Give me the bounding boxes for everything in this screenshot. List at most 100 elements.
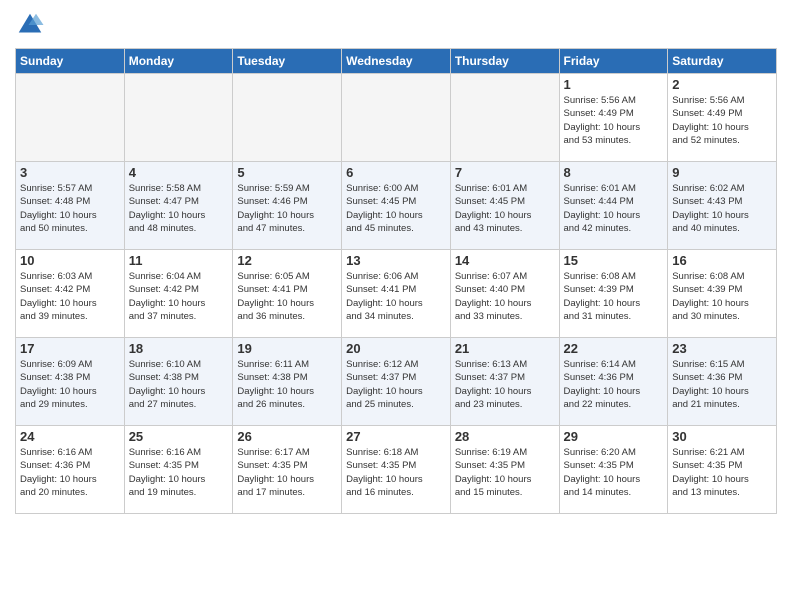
day-info: Sunrise: 6:01 AM Sunset: 4:44 PM Dayligh… xyxy=(564,182,664,235)
day-of-week-header: Tuesday xyxy=(233,49,342,74)
calendar-cell: 23 Sunrise: 6:15 AM Sunset: 4:36 PM Dayli… xyxy=(668,338,777,426)
day-info: Sunrise: 6:00 AM Sunset: 4:45 PM Dayligh… xyxy=(346,182,446,235)
calendar-cell: 15 Sunrise: 6:08 AM Sunset: 4:39 PM Dayli… xyxy=(559,250,668,338)
day-of-week-header: Wednesday xyxy=(342,49,451,74)
day-of-week-header: Sunday xyxy=(16,49,125,74)
calendar-table: SundayMondayTuesdayWednesdayThursdayFrid… xyxy=(15,48,777,514)
calendar-cell: 18 Sunrise: 6:10 AM Sunset: 4:38 PM Dayli… xyxy=(124,338,233,426)
day-number: 25 xyxy=(129,429,229,444)
calendar-cell xyxy=(16,74,125,162)
day-number: 29 xyxy=(564,429,664,444)
calendar-cell: 17 Sunrise: 6:09 AM Sunset: 4:38 PM Dayli… xyxy=(16,338,125,426)
day-info: Sunrise: 6:20 AM Sunset: 4:35 PM Dayligh… xyxy=(564,446,664,499)
calendar-cell: 25Sunrise: 6:16 AM Sunset: 4:35 PM Dayli… xyxy=(124,426,233,514)
calendar-cell: 22Sunrise: 6:14 AM Sunset: 4:36 PM Dayli… xyxy=(559,338,668,426)
day-info: Sunrise: 6:21 AM Sunset: 4:35 PM Dayligh… xyxy=(672,446,772,499)
day-number: 9 xyxy=(672,165,772,180)
day-number: 13 xyxy=(346,253,446,268)
calendar-cell: 4 Sunrise: 5:58 AM Sunset: 4:47 PM Daylig… xyxy=(124,162,233,250)
day-number: 21 xyxy=(455,341,555,356)
calendar-week-row: 1 Sunrise: 5:56 AM Sunset: 4:49 PM Daylig… xyxy=(16,74,777,162)
day-number: 23 xyxy=(672,341,772,356)
calendar-cell xyxy=(124,74,233,162)
calendar-cell: 30 Sunrise: 6:21 AM Sunset: 4:35 PM Dayli… xyxy=(668,426,777,514)
day-info: Sunrise: 6:13 AM Sunset: 4:37 PM Dayligh… xyxy=(455,358,555,411)
day-info: Sunrise: 6:12 AM Sunset: 4:37 PM Dayligh… xyxy=(346,358,446,411)
day-number: 12 xyxy=(237,253,337,268)
calendar-cell xyxy=(233,74,342,162)
calendar-cell: 5 Sunrise: 5:59 AM Sunset: 4:46 PM Daylig… xyxy=(233,162,342,250)
calendar-cell: 9 Sunrise: 6:02 AM Sunset: 4:43 PM Daylig… xyxy=(668,162,777,250)
day-info: Sunrise: 6:01 AM Sunset: 4:45 PM Dayligh… xyxy=(455,182,555,235)
day-info: Sunrise: 5:59 AM Sunset: 4:46 PM Dayligh… xyxy=(237,182,337,235)
day-info: Sunrise: 6:17 AM Sunset: 4:35 PM Dayligh… xyxy=(237,446,337,499)
day-number: 28 xyxy=(455,429,555,444)
calendar-cell: 28 Sunrise: 6:19 AM Sunset: 4:35 PM Dayli… xyxy=(450,426,559,514)
calendar-cell: 6 Sunrise: 6:00 AM Sunset: 4:45 PM Daylig… xyxy=(342,162,451,250)
day-info: Sunrise: 6:19 AM Sunset: 4:35 PM Dayligh… xyxy=(455,446,555,499)
calendar-cell: 11 Sunrise: 6:04 AM Sunset: 4:42 PM Dayli… xyxy=(124,250,233,338)
calendar-cell: 19 Sunrise: 6:11 AM Sunset: 4:38 PM Dayli… xyxy=(233,338,342,426)
day-number: 18 xyxy=(129,341,229,356)
day-number: 8 xyxy=(564,165,664,180)
day-of-week-header: Saturday xyxy=(668,49,777,74)
day-info: Sunrise: 5:57 AM Sunset: 4:48 PM Dayligh… xyxy=(20,182,120,235)
day-number: 1 xyxy=(564,77,664,92)
calendar-cell: 26 Sunrise: 6:17 AM Sunset: 4:35 PM Dayli… xyxy=(233,426,342,514)
day-number: 6 xyxy=(346,165,446,180)
day-info: Sunrise: 6:16 AM Sunset: 4:36 PM Dayligh… xyxy=(20,446,120,499)
calendar-cell: 24Sunrise: 6:16 AM Sunset: 4:36 PM Dayli… xyxy=(16,426,125,514)
day-info: Sunrise: 6:08 AM Sunset: 4:39 PM Dayligh… xyxy=(564,270,664,323)
calendar-cell: 27Sunrise: 6:18 AM Sunset: 4:35 PM Dayli… xyxy=(342,426,451,514)
day-number: 20 xyxy=(346,341,446,356)
page: SundayMondayTuesdayWednesdayThursdayFrid… xyxy=(0,0,792,612)
day-number: 5 xyxy=(237,165,337,180)
day-info: Sunrise: 6:07 AM Sunset: 4:40 PM Dayligh… xyxy=(455,270,555,323)
day-number: 15 xyxy=(564,253,664,268)
day-info: Sunrise: 6:08 AM Sunset: 4:39 PM Dayligh… xyxy=(672,270,772,323)
calendar-cell: 13 Sunrise: 6:06 AM Sunset: 4:41 PM Dayli… xyxy=(342,250,451,338)
calendar-week-row: 24Sunrise: 6:16 AM Sunset: 4:36 PM Dayli… xyxy=(16,426,777,514)
day-info: Sunrise: 5:56 AM Sunset: 4:49 PM Dayligh… xyxy=(564,94,664,147)
calendar-cell: 10Sunrise: 6:03 AM Sunset: 4:42 PM Dayli… xyxy=(16,250,125,338)
day-number: 2 xyxy=(672,77,772,92)
day-number: 30 xyxy=(672,429,772,444)
day-info: Sunrise: 6:10 AM Sunset: 4:38 PM Dayligh… xyxy=(129,358,229,411)
calendar-week-row: 10Sunrise: 6:03 AM Sunset: 4:42 PM Dayli… xyxy=(16,250,777,338)
day-info: Sunrise: 6:06 AM Sunset: 4:41 PM Dayligh… xyxy=(346,270,446,323)
day-info: Sunrise: 6:02 AM Sunset: 4:43 PM Dayligh… xyxy=(672,182,772,235)
day-info: Sunrise: 5:58 AM Sunset: 4:47 PM Dayligh… xyxy=(129,182,229,235)
calendar-cell: 29 Sunrise: 6:20 AM Sunset: 4:35 PM Dayli… xyxy=(559,426,668,514)
day-number: 17 xyxy=(20,341,120,356)
day-info: Sunrise: 5:56 AM Sunset: 4:49 PM Dayligh… xyxy=(672,94,772,147)
calendar-cell: 1 Sunrise: 5:56 AM Sunset: 4:49 PM Daylig… xyxy=(559,74,668,162)
day-number: 4 xyxy=(129,165,229,180)
day-number: 27 xyxy=(346,429,446,444)
calendar-cell xyxy=(342,74,451,162)
calendar-cell: 12 Sunrise: 6:05 AM Sunset: 4:41 PM Dayli… xyxy=(233,250,342,338)
calendar-cell: 3 Sunrise: 5:57 AM Sunset: 4:48 PM Daylig… xyxy=(16,162,125,250)
day-number: 22 xyxy=(564,341,664,356)
day-info: Sunrise: 6:05 AM Sunset: 4:41 PM Dayligh… xyxy=(237,270,337,323)
day-number: 3 xyxy=(20,165,120,180)
day-of-week-header: Thursday xyxy=(450,49,559,74)
calendar-cell xyxy=(450,74,559,162)
day-info: Sunrise: 6:03 AM Sunset: 4:42 PM Dayligh… xyxy=(20,270,120,323)
day-number: 11 xyxy=(129,253,229,268)
day-number: 14 xyxy=(455,253,555,268)
day-info: Sunrise: 6:04 AM Sunset: 4:42 PM Dayligh… xyxy=(129,270,229,323)
day-info: Sunrise: 6:09 AM Sunset: 4:38 PM Dayligh… xyxy=(20,358,120,411)
day-info: Sunrise: 6:15 AM Sunset: 4:36 PM Dayligh… xyxy=(672,358,772,411)
calendar-week-row: 17 Sunrise: 6:09 AM Sunset: 4:38 PM Dayli… xyxy=(16,338,777,426)
calendar-cell: 20 Sunrise: 6:12 AM Sunset: 4:37 PM Dayli… xyxy=(342,338,451,426)
calendar-cell: 2 Sunrise: 5:56 AM Sunset: 4:49 PM Daylig… xyxy=(668,74,777,162)
day-number: 26 xyxy=(237,429,337,444)
day-number: 7 xyxy=(455,165,555,180)
calendar-cell: 7 Sunrise: 6:01 AM Sunset: 4:45 PM Daylig… xyxy=(450,162,559,250)
day-of-week-header: Monday xyxy=(124,49,233,74)
calendar-header-row: SundayMondayTuesdayWednesdayThursdayFrid… xyxy=(16,49,777,74)
logo xyxy=(15,10,49,40)
day-number: 19 xyxy=(237,341,337,356)
day-info: Sunrise: 6:11 AM Sunset: 4:38 PM Dayligh… xyxy=(237,358,337,411)
day-of-week-header: Friday xyxy=(559,49,668,74)
